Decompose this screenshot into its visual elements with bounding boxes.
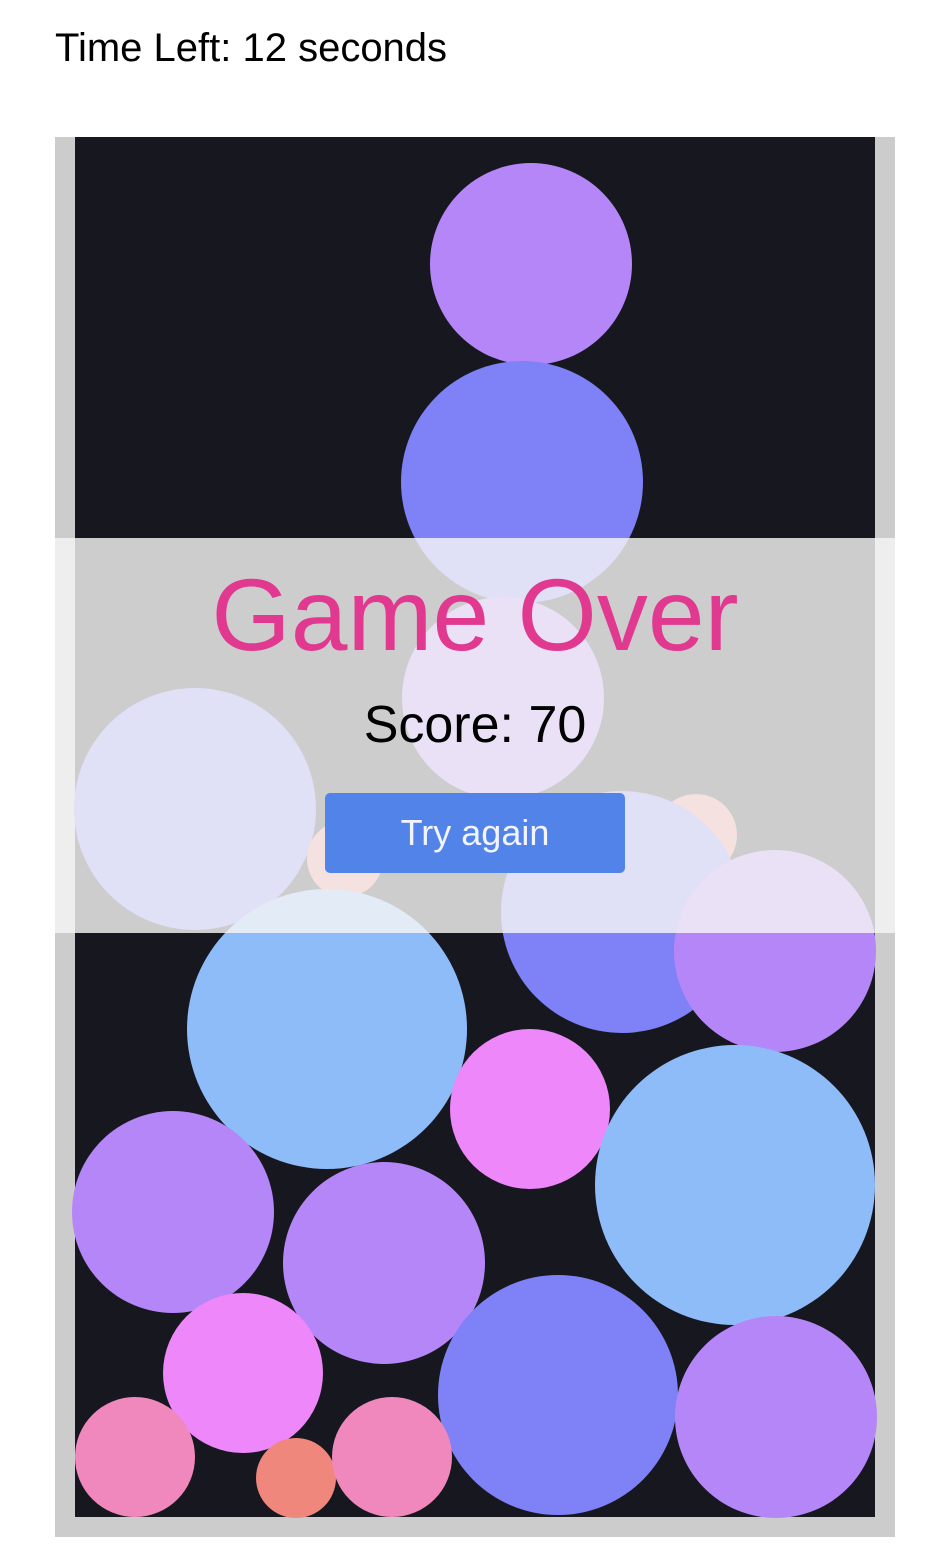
final-score: Score: 70 [363, 696, 587, 754]
ball [283, 1162, 485, 1364]
ball [72, 1111, 274, 1313]
ball [256, 1438, 336, 1518]
ball [332, 1397, 452, 1517]
ball [75, 1397, 195, 1517]
ball [675, 1316, 877, 1518]
ball [450, 1029, 610, 1189]
try-again-button[interactable]: Try again [325, 793, 625, 873]
time-left-text: Time Left: 12 seconds [55, 26, 448, 70]
ball [430, 163, 632, 365]
game-over-title: Game Over [211, 558, 739, 672]
ball [595, 1045, 875, 1325]
ball [438, 1275, 678, 1515]
game-over-overlay: Game Over Score: 70 Try again [55, 538, 895, 933]
